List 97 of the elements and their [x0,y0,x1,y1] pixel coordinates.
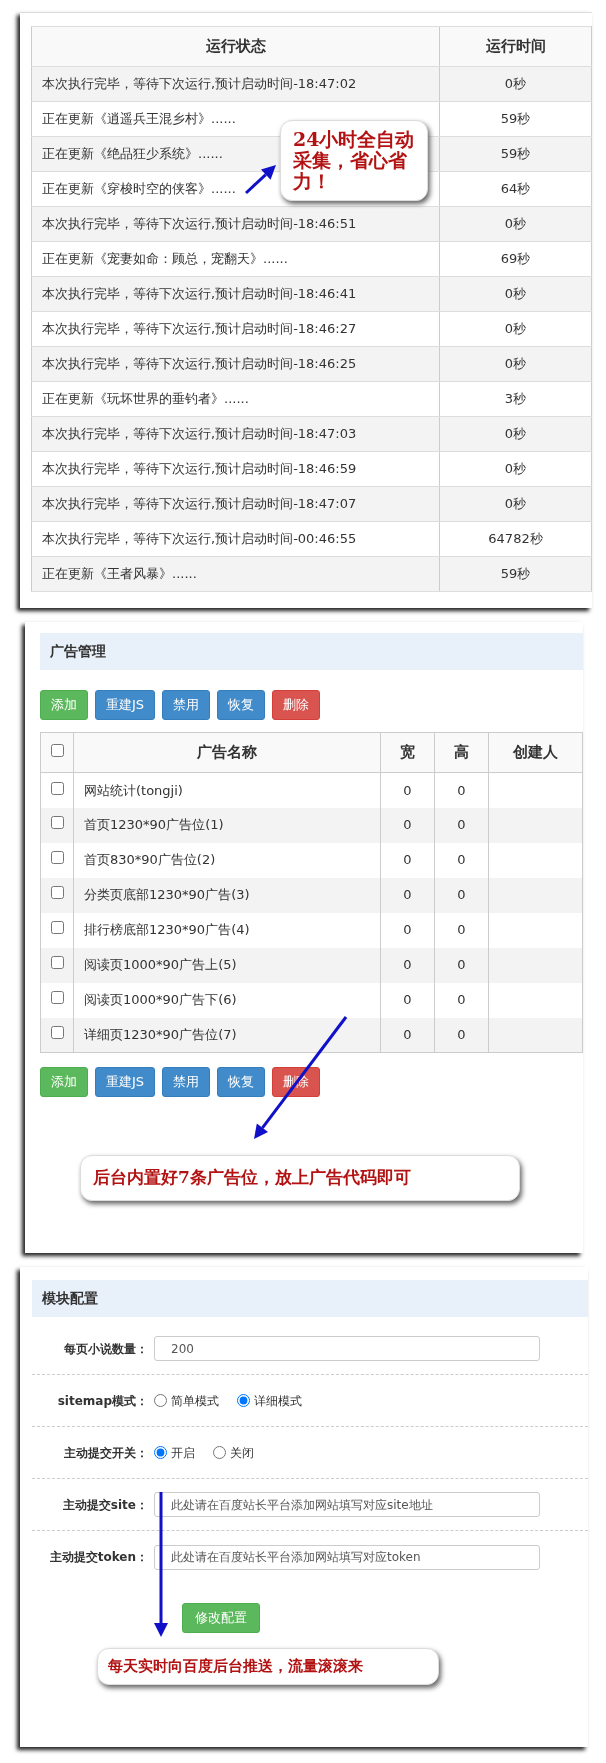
toolbar-button[interactable]: 删除 [272,690,321,720]
table-cell: 0 [380,982,435,1018]
table-cell: 3秒 [439,381,592,417]
option-label: 详细模式 [254,1392,302,1410]
table-cell: 0 [380,842,435,878]
column-header: 广告名称 [73,732,381,773]
row-checkbox[interactable] [50,991,64,1005]
row-checkbox[interactable] [50,886,64,900]
table-cell: 0 [380,1017,435,1053]
table-cell: 0秒 [439,416,592,452]
row-checkbox[interactable] [50,781,64,795]
table-cell: 0 [380,912,435,948]
table-cell: 本次执行完毕，等待下次运行,预计启动时间-18:46:27 [31,311,440,347]
table-cell: 分类页底部1230*90广告(3) [73,877,381,913]
table-cell: 0 [380,947,435,983]
table-cell: 网站统计(tongji) [73,772,381,808]
toolbar-button[interactable]: 禁用 [162,1067,211,1097]
option-label: 简单模式 [171,1392,219,1410]
toolbar-button[interactable]: 添加 [40,690,88,720]
table-cell: 0 [434,912,489,948]
text-field[interactable]: 此处请在百度站长平台添加网站填写对应site地址 [154,1492,540,1517]
radio-button[interactable] [154,1446,167,1459]
field-label: sitemap模式： [56,1392,149,1410]
table-cell: 0秒 [439,66,592,102]
table-cell: 59秒 [439,556,592,592]
row-checkbox[interactable] [50,956,64,970]
row-checkbox[interactable] [50,1026,64,1039]
toolbar-button[interactable]: 重建JS [95,1067,156,1097]
table-cell: 0秒 [439,206,592,242]
table-cell: 正在更新《宠妻如命：顾总，宠翻天》...... [31,241,440,277]
arrow [244,165,276,195]
radio-button[interactable] [213,1446,226,1459]
table-cell: 详细页1230*90广告位(7) [73,1017,381,1053]
table-cell: 阅读页1000*90广告下(6) [73,982,381,1018]
submit-button[interactable]: 修改配置 [182,1603,260,1633]
table-cell: 0 [434,877,489,913]
panel-title: 模块配置 [32,1280,588,1317]
table-cell: 0秒 [439,276,592,312]
table-cell: 69秒 [439,241,592,277]
row-checkbox[interactable] [50,816,64,830]
toolbar-button[interactable]: 重建JS [95,690,156,720]
table-cell: 0 [434,947,489,983]
table-cell: 0 [380,877,435,913]
option-label: 开启 [171,1444,195,1462]
table-cell: 本次执行完毕，等待下次运行,预计启动时间-18:46:51 [31,206,440,242]
table-cell: 首页1230*90广告位(1) [73,807,381,843]
column-header: 运行状态 [31,26,440,67]
table-cell: 59秒 [439,136,592,172]
table-cell: 本次执行完毕，等待下次运行,预计启动时间-18:46:25 [31,346,440,382]
table-cell: 0 [434,982,489,1018]
column-header: 宽 [380,732,435,773]
table-cell: 0 [434,772,489,808]
select-all-checkbox[interactable] [50,744,64,758]
table-cell: 阅读页1000*90广告上(5) [73,947,381,983]
table-cell: 0 [434,807,489,843]
table-cell: 0 [380,772,435,808]
toolbar-button[interactable]: 添加 [40,1067,88,1097]
table-cell: 排行榜底部1230*90广告(4) [73,912,381,948]
table-cell: 本次执行完毕，等待下次运行,预计启动时间-18:47:03 [31,416,440,452]
callout-note: 每天实时向百度后台推送，流量滚滚来 [97,1648,439,1685]
table-cell: 0 [434,1017,489,1053]
column-header: 创建人 [488,732,583,773]
radio-button[interactable] [154,1394,167,1407]
field-label: 每页小说数量： [63,1340,149,1358]
table-cell: 59秒 [439,101,592,137]
text-field[interactable]: 此处请在百度站长平台添加网站填写对应token [154,1544,540,1570]
table-cell: 首页830*90广告位(2) [73,842,381,878]
toolbar-button[interactable]: 恢复 [217,1067,266,1097]
table-cell: 本次执行完毕，等待下次运行,预计启动时间-18:47:07 [31,486,440,522]
column-header: 高 [434,732,489,773]
radio-button[interactable] [237,1394,250,1407]
table-cell: 0 [380,807,435,843]
toolbar-button[interactable]: 恢复 [217,690,266,720]
field-label: 主动提交site： [61,1496,149,1514]
row-checkbox[interactable] [50,921,64,935]
table-cell: 本次执行完毕，等待下次运行,预计启动时间-18:46:59 [31,451,440,487]
panel-title: 广告管理 [40,633,583,670]
option-label: 关闭 [230,1444,254,1462]
table-cell: 本次执行完毕，等待下次运行,预计启动时间-18:46:41 [31,276,440,312]
field-label: 主动提交开关： [63,1444,149,1462]
table-cell: 本次执行完毕，等待下次运行,预计启动时间-00:46:55 [31,521,440,557]
column-header: 运行时间 [439,26,592,67]
text-field[interactable]: 200 [154,1336,540,1361]
table-cell: 0秒 [439,346,592,382]
table-cell: 0秒 [439,486,592,522]
table-cell: 64782秒 [439,521,592,557]
row-checkbox[interactable] [50,851,64,865]
table-cell: 本次执行完毕，等待下次运行,预计启动时间-18:47:02 [31,66,440,102]
table-cell: 0秒 [439,311,592,347]
table-cell: 0秒 [439,451,592,487]
table-cell: 0 [434,842,489,878]
table-cell: 正在更新《玩坏世界的垂钓者》...... [31,381,440,417]
table-cell: 64秒 [439,171,592,207]
toolbar-button[interactable]: 禁用 [162,690,211,720]
callout-note: 后台内置好7条广告位，放上广告代码即可 [80,1155,520,1201]
field-label: 主动提交token： [48,1549,149,1566]
table-cell: 正在更新《王者风暴》...... [31,556,440,592]
